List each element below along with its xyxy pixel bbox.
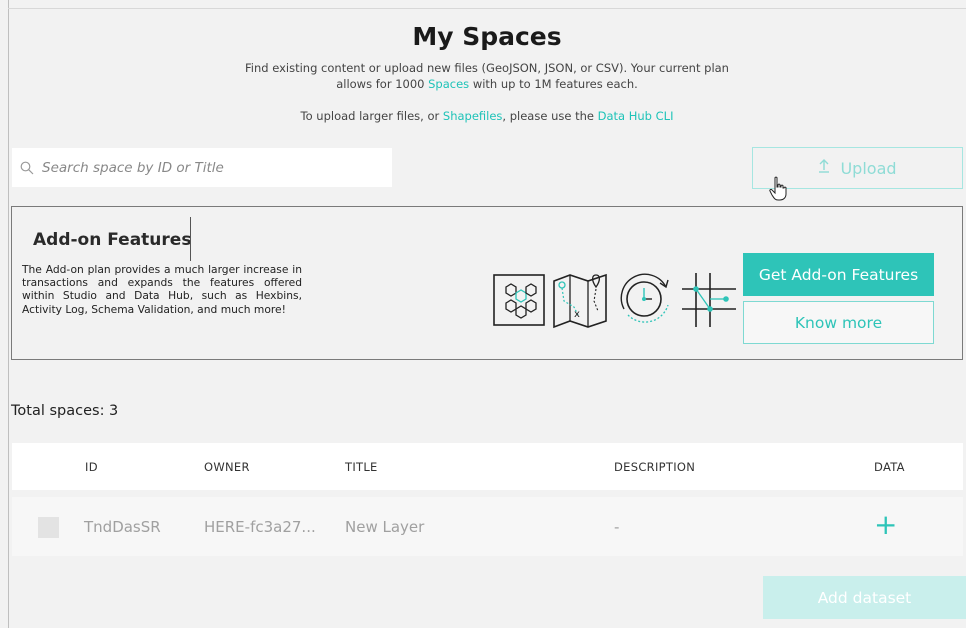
addon-title: Add-on Features xyxy=(33,230,192,250)
subtitle-text: Find existing content or upload new file… xyxy=(245,61,729,75)
addon-features-panel: Add-on Features The Add-on plan provides… xyxy=(11,206,963,360)
upload-note-text: To upload larger files, or xyxy=(300,109,443,123)
upload-label: Upload xyxy=(840,158,897,178)
svg-text:x: x xyxy=(574,309,580,320)
add-dataset-button[interactable]: Add dataset xyxy=(763,576,966,619)
addon-description: The Add-on plan provides a much larger i… xyxy=(22,263,302,316)
know-more-button[interactable]: Know more xyxy=(743,301,934,344)
total-spaces-label: Total spaces: 3 xyxy=(11,403,119,419)
row-title: New Layer xyxy=(345,518,425,536)
addon-title-divider xyxy=(190,217,191,261)
map-route-icon: x xyxy=(553,273,607,329)
subtitle-text: allows for 1000 xyxy=(336,77,429,91)
data-hub-cli-link[interactable]: Data Hub CLI xyxy=(598,109,674,123)
table-row[interactable]: TndDasSR HERE-fc3a27... New Layer - + xyxy=(12,497,963,556)
upload-note: To upload larger files, or Shapefiles, p… xyxy=(200,108,774,124)
hand-cursor-icon xyxy=(769,176,787,201)
column-header-data: DATA xyxy=(874,460,905,474)
get-addon-features-button[interactable]: Get Add-on Features xyxy=(743,253,934,296)
frame-left-border xyxy=(8,0,9,628)
page-subtitle: Find existing content or upload new file… xyxy=(200,60,774,92)
plus-icon[interactable]: + xyxy=(874,510,897,540)
spaces-table-header: ID OWNER TITLE DESCRIPTION DATA xyxy=(12,443,963,490)
addon-icon-strip: x xyxy=(492,269,736,331)
search-icon xyxy=(20,161,34,174)
row-id: TndDasSR xyxy=(84,518,161,536)
upload-note-text: , please use the xyxy=(502,109,598,123)
row-description: - xyxy=(614,518,620,536)
row-owner: HERE-fc3a27... xyxy=(204,518,316,536)
spaces-link[interactable]: Spaces xyxy=(428,77,469,91)
subtitle-text: with up to 1M features each. xyxy=(469,77,638,91)
activity-clock-icon xyxy=(620,273,669,323)
hexbin-icon xyxy=(493,274,545,326)
search-box[interactable] xyxy=(12,148,392,187)
column-header-title[interactable]: TITLE xyxy=(345,460,378,474)
search-input[interactable] xyxy=(42,159,382,176)
frame-top-border xyxy=(8,8,966,9)
column-header-owner[interactable]: OWNER xyxy=(204,460,250,474)
page-title: My Spaces xyxy=(412,22,562,51)
grid-schema-icon xyxy=(682,273,736,327)
upload-arrow-icon xyxy=(818,159,830,177)
shapefiles-link[interactable]: Shapefiles xyxy=(443,109,503,123)
column-header-description[interactable]: DESCRIPTION xyxy=(614,460,695,474)
column-header-id[interactable]: ID xyxy=(85,460,98,474)
row-checkbox[interactable] xyxy=(38,517,59,538)
